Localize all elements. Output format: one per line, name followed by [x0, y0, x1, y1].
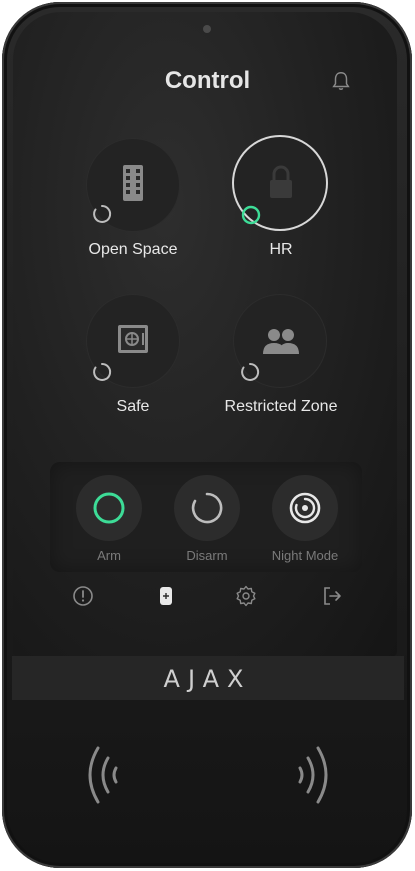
bell-icon[interactable] — [330, 70, 352, 92]
alert-icon[interactable] — [71, 584, 95, 608]
people-icon — [263, 329, 299, 354]
lock-icon — [270, 165, 292, 198]
camera-icon — [203, 25, 211, 33]
building-icon — [123, 165, 143, 201]
group-label-safe: Safe — [116, 398, 150, 415]
night-mode-button[interactable] — [272, 475, 338, 541]
keypad-icon[interactable] — [154, 584, 178, 608]
arm-label: Arm — [97, 548, 121, 563]
open-ring-icon — [191, 492, 223, 524]
nfc-right-icon — [298, 746, 328, 804]
group-label-open-space: Open Space — [88, 241, 178, 258]
group-label-restricted-zone: Restricted Zone — [224, 398, 338, 415]
disarmed-status-icon — [93, 204, 112, 223]
page-title: Control — [164, 67, 251, 94]
armed-status-icon — [241, 205, 261, 225]
disarmed-status-icon — [93, 362, 112, 381]
disarm-button[interactable] — [174, 475, 240, 541]
group-label-hr: HR — [269, 241, 293, 258]
night-mode-label: Night Mode — [271, 548, 339, 563]
arm-button[interactable] — [76, 475, 142, 541]
night-mode-icon — [289, 492, 321, 524]
safe-icon — [118, 325, 148, 353]
disarmed-status-icon — [241, 362, 260, 381]
brand-logo: AJAX — [163, 665, 252, 693]
disarm-label: Disarm — [186, 548, 228, 563]
settings-icon[interactable] — [234, 584, 258, 608]
nfc-left-icon — [88, 746, 118, 804]
logout-icon[interactable] — [320, 584, 344, 608]
ring-icon — [93, 492, 125, 524]
